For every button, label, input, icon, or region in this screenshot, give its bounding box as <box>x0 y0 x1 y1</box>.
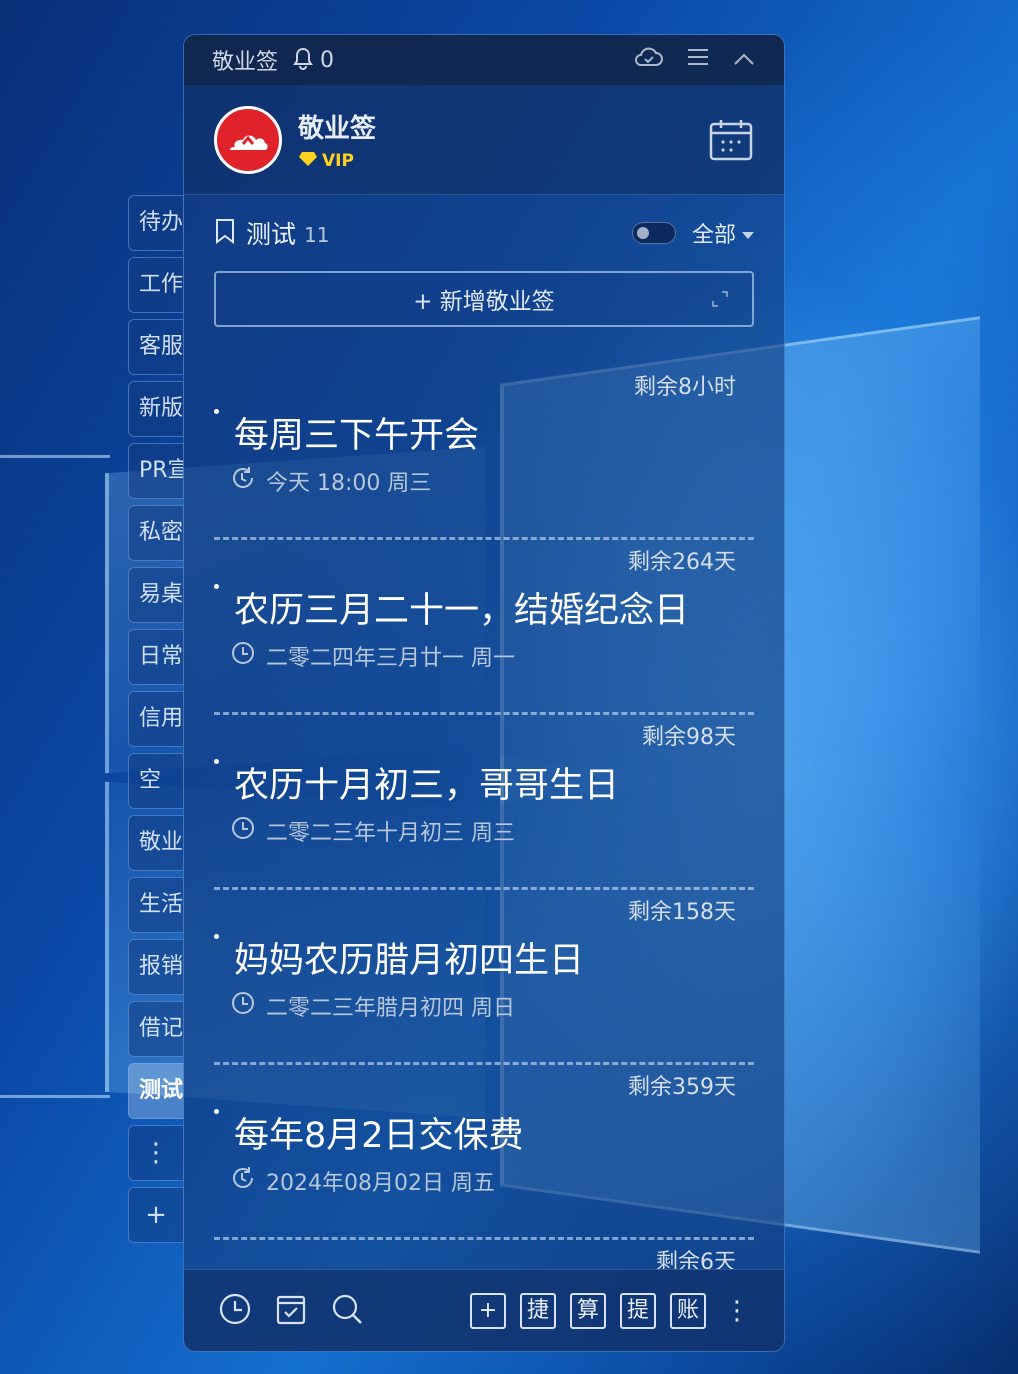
checklist-icon[interactable] <box>274 1292 308 1330</box>
bullet-dot <box>214 584 219 589</box>
list-count: 11 <box>304 223 330 247</box>
app-title: 敬业签 <box>212 50 279 75</box>
more-options-icon[interactable]: ⋮ <box>724 1296 750 1326</box>
wallpaper-beam <box>0 455 110 458</box>
bookmark-icon <box>214 218 236 248</box>
calculator-button[interactable]: 算 <box>570 1292 606 1329</box>
category-tabs: 待办 工作 客服 新版 PR宣 私密 易桌 日常 信用 空 敬业 生活 报销 借… <box>128 195 184 1249</box>
note-date: 二零二四年三月廿一 周一 <box>266 646 515 671</box>
vip-badge: VIP <box>322 151 354 171</box>
bullet-dot <box>214 1109 219 1114</box>
remaining-time: 剩余158天 <box>628 900 736 925</box>
profile-header: 敬业签 VIP <box>184 85 784 195</box>
note-date: 二零二三年腊月初四 周日 <box>266 996 515 1021</box>
repeat-clock-icon <box>230 1165 256 1197</box>
add-category-button[interactable]: + <box>128 1187 184 1243</box>
reminder-button[interactable]: 提 <box>620 1292 656 1329</box>
note-title: 农历十月初三，哥哥生日 <box>234 766 620 806</box>
menu-icon[interactable] <box>686 47 710 73</box>
clock-icon[interactable] <box>218 1292 252 1330</box>
clock-icon <box>230 815 256 847</box>
diamond-icon <box>298 151 318 172</box>
cloud-sync-icon[interactable] <box>632 45 664 75</box>
note-date: 二零二三年十月初三 周三 <box>266 821 515 846</box>
category-tab[interactable]: PR宣 <box>128 443 184 499</box>
app-logo <box>214 105 282 174</box>
filter-dropdown[interactable]: 全部 <box>692 217 754 249</box>
category-tab[interactable]: 信用 <box>128 691 184 747</box>
repeat-clock-icon <box>230 465 256 497</box>
bullet-dot <box>214 759 219 764</box>
bullet-dot <box>214 934 219 939</box>
list-item[interactable]: 剩余264天 农历三月二十一，结婚纪念日 二零二四年三月廿一 周一 <box>214 540 754 715</box>
note-date: 2024年08月02日 周五 <box>266 1171 495 1196</box>
shortcut-button[interactable]: 捷 <box>520 1292 556 1329</box>
list-item[interactable]: 剩余98天 农历十月初三，哥哥生日 二零二三年十月初三 周三 <box>214 715 754 890</box>
quick-add-button[interactable]: + <box>470 1292 506 1329</box>
collapse-chevron-icon[interactable] <box>732 48 756 73</box>
list-title: 测试 <box>246 220 297 249</box>
bell-icon[interactable] <box>292 46 314 75</box>
remaining-time: 剩余6天 <box>656 1250 736 1269</box>
add-note-label: + 新增敬业签 <box>413 289 555 315</box>
calendar-icon[interactable] <box>708 118 754 162</box>
footer-toolbar: + 捷 算 提 账 ⋮ <box>184 1269 784 1351</box>
expand-icon[interactable] <box>712 287 728 307</box>
filter-label: 全部 <box>691 223 736 248</box>
category-tab[interactable]: 易桌 <box>128 567 184 623</box>
note-title: 每周三下午开会 <box>234 416 480 456</box>
list-item[interactable]: 剩余158天 妈妈农历腊月初四生日 二零二三年腊月初四 周日 <box>214 890 754 1065</box>
list-item[interactable]: 剩余8小时 每周三下午开会 今天 18:00 周三 <box>214 365 754 540</box>
category-tab[interactable]: 私密 <box>128 505 184 561</box>
title-bar: 敬业签 0 <box>184 35 784 85</box>
category-tab[interactable]: 待办 <box>128 195 184 251</box>
clock-icon <box>230 640 256 672</box>
remaining-time: 剩余264天 <box>628 550 736 575</box>
category-tab[interactable]: 空 <box>128 753 184 809</box>
note-list: 剩余8小时 每周三下午开会 今天 18:00 周三 剩余264天 农历三月二十一… <box>184 365 784 1269</box>
category-tab[interactable]: 客服 <box>128 319 184 375</box>
category-tab[interactable]: 新版 <box>128 381 184 437</box>
remaining-time: 剩余359天 <box>628 1075 736 1100</box>
category-tab[interactable]: 日常 <box>128 629 184 685</box>
note-title: 妈妈农历腊月初四生日 <box>234 941 585 981</box>
add-note-button[interactable]: + 新增敬业签 <box>214 271 754 327</box>
notification-count: 0 <box>320 47 335 73</box>
note-title: 农历三月二十一，结婚纪念日 <box>234 591 690 631</box>
more-categories-button[interactable]: ⋮ <box>128 1125 184 1181</box>
profile-name: 敬业签 <box>298 113 377 144</box>
category-tab[interactable]: 生活 <box>128 877 184 933</box>
category-tab[interactable]: 敬业 <box>128 815 184 871</box>
search-icon[interactable] <box>330 1292 364 1330</box>
show-completed-toggle[interactable] <box>631 222 676 244</box>
clock-icon <box>230 990 256 1022</box>
category-tab[interactable]: 借记 <box>128 1001 184 1057</box>
remaining-time: 剩余98天 <box>642 725 736 750</box>
list-item[interactable]: 剩余6天 <box>214 1240 754 1269</box>
category-tab-active[interactable]: 测试 <box>128 1063 184 1119</box>
category-tab[interactable]: 报销 <box>128 939 184 995</box>
caret-down-icon <box>742 221 754 246</box>
list-item[interactable]: 剩余359天 每年8月2日交保费 2024年08月02日 周五 <box>214 1065 754 1240</box>
list-header: 测试 11 全部 <box>184 195 784 271</box>
ledger-button[interactable]: 账 <box>670 1292 706 1329</box>
note-title: 每年8月2日交保费 <box>234 1116 524 1156</box>
bullet-dot <box>214 409 219 414</box>
note-date: 今天 18:00 周三 <box>266 471 432 496</box>
wallpaper-beam <box>0 1095 110 1098</box>
app-window: 敬业签 0 敬业签 VIP 测试 11 全部 + 新增敬业签 剩余8小时 每周三… <box>183 34 785 1352</box>
category-tab[interactable]: 工作 <box>128 257 184 313</box>
remaining-time: 剩余8小时 <box>634 375 736 400</box>
